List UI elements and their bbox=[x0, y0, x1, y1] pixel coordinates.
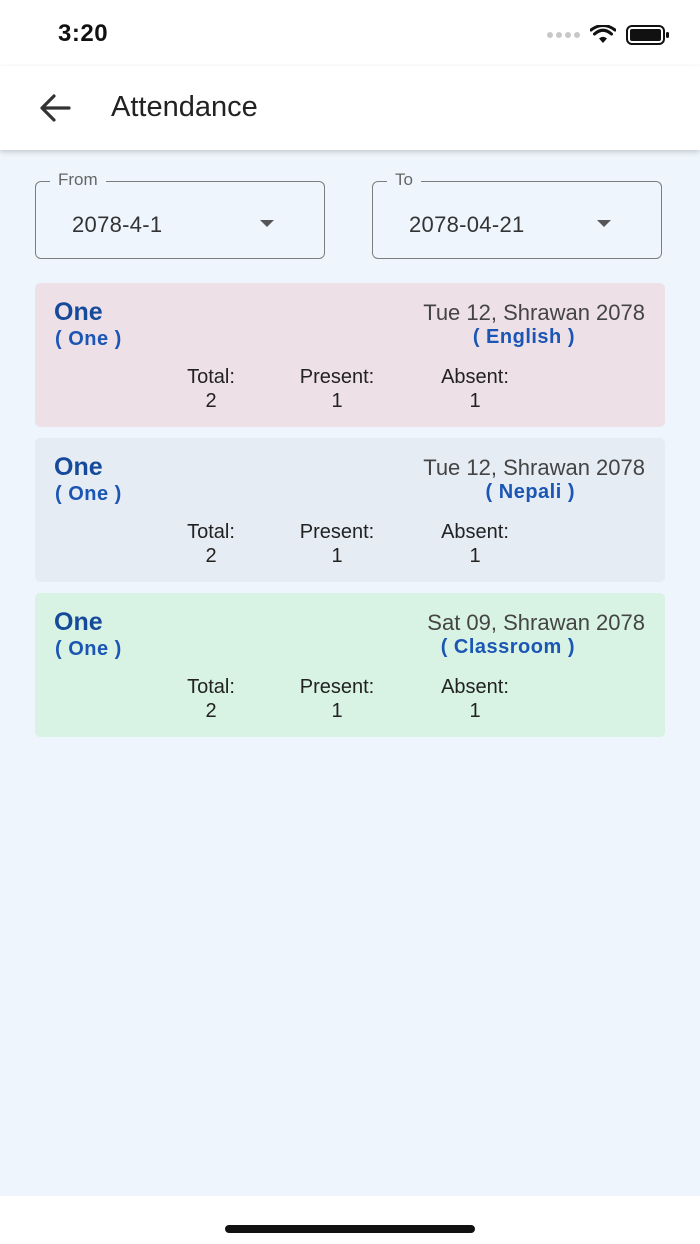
total-value: 2 bbox=[205, 700, 217, 722]
app-bar: Attendance bbox=[0, 66, 700, 150]
present-label: Present: bbox=[299, 366, 375, 388]
back-button[interactable] bbox=[36, 90, 76, 126]
attendance-card[interactable]: One ( One ) Tue 12, Shrawan 2078 ( Engli… bbox=[35, 283, 665, 427]
total-label: Total: bbox=[187, 366, 235, 388]
attendance-date: Tue 12, Shrawan 2078 bbox=[423, 300, 645, 325]
from-date-value: 2078-4-1 bbox=[72, 212, 163, 237]
class-name: One bbox=[54, 608, 103, 636]
total-stat: Total: 2 bbox=[177, 520, 245, 568]
wifi-icon bbox=[590, 25, 616, 43]
subject-name: ( English ) bbox=[472, 326, 575, 348]
attendance-card[interactable]: One ( One ) Tue 12, Shrawan 2078 ( Nepal… bbox=[35, 438, 665, 582]
total-label: Total: bbox=[187, 521, 235, 543]
absent-stat: Absent: 1 bbox=[430, 520, 520, 568]
class-name: One bbox=[54, 453, 103, 481]
total-stat: Total: 2 bbox=[177, 675, 245, 723]
absent-stat: Absent: 1 bbox=[430, 675, 520, 723]
absent-value: 1 bbox=[469, 545, 481, 567]
absent-label: Absent: bbox=[441, 366, 509, 388]
section-name: ( One ) bbox=[55, 328, 122, 350]
attendance-content: From 2078-4-1 To 2078-04-21 One ( One ) … bbox=[0, 150, 700, 1196]
absent-value: 1 bbox=[469, 390, 481, 412]
total-label: Total: bbox=[187, 676, 235, 698]
subject-name: ( Nepali ) bbox=[485, 481, 575, 503]
to-date-value: 2078-04-21 bbox=[409, 212, 525, 237]
status-bar: 3:20 bbox=[0, 0, 700, 66]
arrow-left-icon bbox=[40, 94, 71, 122]
subject-name: ( Classroom ) bbox=[440, 636, 575, 658]
class-name: One bbox=[54, 298, 103, 326]
attendance-card[interactable]: One ( One ) Sat 09, Shrawan 2078 ( Class… bbox=[35, 593, 665, 737]
present-value: 1 bbox=[331, 700, 343, 722]
total-value: 2 bbox=[205, 390, 217, 412]
present-stat: Present: 1 bbox=[289, 675, 385, 723]
status-time: 3:20 bbox=[58, 20, 109, 47]
cellular-signal-icon bbox=[547, 32, 580, 38]
section-name: ( One ) bbox=[55, 638, 122, 660]
section-name: ( One ) bbox=[55, 483, 122, 505]
from-date-dropdown[interactable]: From 2078-4-1 bbox=[35, 170, 325, 259]
dropdown-arrow-icon bbox=[260, 220, 274, 227]
absent-label: Absent: bbox=[441, 676, 509, 698]
present-value: 1 bbox=[331, 545, 343, 567]
absent-stat: Absent: 1 bbox=[430, 365, 520, 413]
battery-icon bbox=[626, 25, 669, 45]
attendance-date: Sat 09, Shrawan 2078 bbox=[427, 610, 645, 635]
present-stat: Present: 1 bbox=[289, 520, 385, 568]
to-date-dropdown[interactable]: To 2078-04-21 bbox=[372, 170, 662, 259]
present-value: 1 bbox=[331, 390, 343, 412]
to-date-label: To bbox=[387, 170, 421, 190]
total-value: 2 bbox=[205, 545, 217, 567]
present-label: Present: bbox=[299, 676, 375, 698]
dropdown-arrow-icon bbox=[597, 220, 611, 227]
present-stat: Present: 1 bbox=[289, 365, 385, 413]
present-label: Present: bbox=[299, 521, 375, 543]
absent-value: 1 bbox=[469, 700, 481, 722]
page-title: Attendance bbox=[111, 91, 258, 123]
from-date-label: From bbox=[50, 170, 106, 190]
status-icons bbox=[547, 24, 670, 46]
attendance-date: Tue 12, Shrawan 2078 bbox=[423, 455, 645, 480]
absent-label: Absent: bbox=[441, 521, 509, 543]
home-indicator[interactable] bbox=[225, 1225, 475, 1233]
total-stat: Total: 2 bbox=[177, 365, 245, 413]
